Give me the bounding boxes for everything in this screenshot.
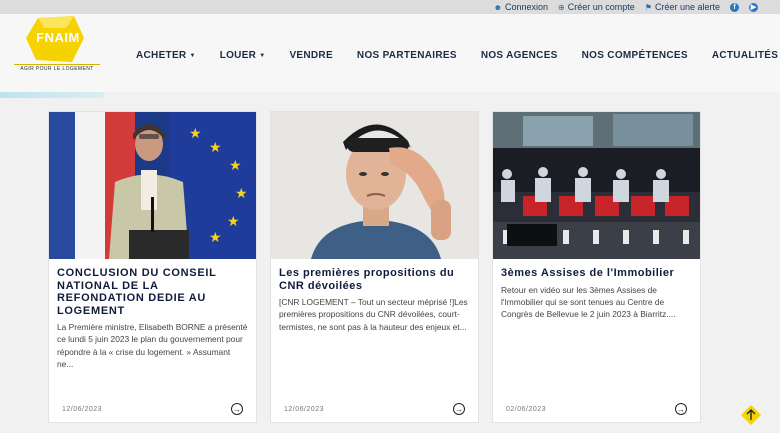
arrow-right-icon[interactable]: → xyxy=(453,403,465,415)
svg-text:★: ★ xyxy=(227,214,240,230)
nav-item-partenaires[interactable]: NOS PARTENAIRES xyxy=(345,50,469,61)
site-header: FNAIM AGIR POUR LE LOGEMENT ACHETER ▼ LO… xyxy=(0,14,780,92)
create-alert-label: Créer une alerte xyxy=(654,2,720,12)
login-link[interactable]: ☻ Connexion xyxy=(494,2,548,12)
panel-discussion-photo xyxy=(493,112,700,259)
card-title[interactable]: Les premières propositions du CNR dévoil… xyxy=(279,267,470,292)
card-image-panel-discussion[interactable] xyxy=(493,112,700,259)
nav-item-competences[interactable]: NOS COMPÉTENCES xyxy=(570,50,700,61)
svg-text:★: ★ xyxy=(209,230,222,246)
card-image-press-conference[interactable]: ★ ★ ★ ★ ★ ★ xyxy=(49,112,256,259)
card-excerpt: [CNR LOGEMENT – Tout un secteur méprisé … xyxy=(279,297,468,332)
news-card[interactable]: 3èmes Assises de l'Immobilier Retour en … xyxy=(492,111,701,423)
create-account-label: Créer un compte xyxy=(567,2,635,12)
caret-down-icon: ▼ xyxy=(189,52,196,59)
svg-text:★: ★ xyxy=(229,158,242,174)
nav-item-label: NOS AGENCES xyxy=(480,50,558,61)
card-date: 12/06/2023 xyxy=(62,406,103,413)
top-utility-bar: ☻ Connexion ⊕ Créer un compte ⚑ Créer un… xyxy=(0,0,780,14)
nav-item-label: ACTUALITÉS xyxy=(711,50,779,61)
arrow-right-icon[interactable]: → xyxy=(231,403,243,415)
card-excerpt: Retour en vidéo sur les 3èmes Assises de… xyxy=(501,284,676,320)
svg-text:★: ★ xyxy=(209,140,222,156)
card-title[interactable]: CONCLUSION DU CONSEIL NATIONAL DE LA REF… xyxy=(57,267,248,317)
main-navigation: ACHETER ▼ LOUER ▼ VENDRE NOS PARTENAIRES… xyxy=(124,50,780,61)
nav-item-label: ACHETER xyxy=(136,50,187,61)
bell-icon: ⚑ xyxy=(644,2,652,12)
logo-tagline: AGIR POUR LE LOGEMENT xyxy=(14,64,100,72)
nav-item-agences[interactable]: NOS AGENCES xyxy=(469,50,570,61)
top-utility-links: ☻ Connexion ⊕ Créer un compte ⚑ Créer un… xyxy=(494,0,758,14)
fnaim-logo[interactable]: FNAIM AGIR POUR LE LOGEMENT xyxy=(14,16,100,72)
svg-text:★: ★ xyxy=(189,126,202,142)
nav-item-actualites[interactable]: ACTUALITÉS xyxy=(700,50,780,61)
nav-item-acheter[interactable]: ACHETER ▼ xyxy=(124,50,208,61)
caret-down-icon: ▼ xyxy=(259,52,266,59)
nav-item-label: NOS COMPÉTENCES xyxy=(581,50,688,61)
accent-stripe xyxy=(0,92,104,98)
nav-item-louer[interactable]: LOUER ▼ xyxy=(208,50,278,61)
stressed-man-photo xyxy=(271,112,478,259)
login-label: Connexion xyxy=(505,2,549,12)
card-date: 02/06/2023 xyxy=(506,406,547,413)
logo-name: FNAIM xyxy=(36,30,80,45)
scroll-to-top-icon[interactable] xyxy=(741,405,761,425)
svg-text:★: ★ xyxy=(235,186,248,202)
create-account-link[interactable]: ⊕ Créer un compte xyxy=(558,2,635,12)
card-title[interactable]: 3èmes Assises de l'Immobilier xyxy=(501,267,692,280)
news-card[interactable]: Les premières propositions du CNR dévoil… xyxy=(270,111,479,423)
nav-item-label: VENDRE xyxy=(289,50,333,61)
nav-item-label: LOUER xyxy=(219,50,257,61)
user-icon: ☻ xyxy=(493,2,503,12)
press-conference-photo: ★ ★ ★ ★ ★ ★ xyxy=(49,112,256,259)
facebook-icon[interactable]: f xyxy=(730,2,739,12)
youtube-icon[interactable]: ▶ xyxy=(749,2,758,12)
card-excerpt: La Première ministre, Elisabeth BORNE a … xyxy=(57,322,248,370)
arrow-right-icon[interactable]: → xyxy=(675,403,687,415)
card-image-stressed-man[interactable] xyxy=(271,112,478,259)
plus-icon: ⊕ xyxy=(558,2,565,12)
nav-item-vendre[interactable]: VENDRE xyxy=(277,50,344,61)
card-date: 12/06/2023 xyxy=(284,406,325,413)
create-alert-link[interactable]: ⚑ Créer une alerte xyxy=(645,2,720,12)
news-card-list: ★ ★ ★ ★ ★ ★ CONCLUSION DU CONSEIL NATION… xyxy=(48,111,701,423)
nav-item-label: NOS PARTENAIRES xyxy=(356,50,457,61)
news-card[interactable]: ★ ★ ★ ★ ★ ★ CONCLUSION DU CONSEIL NATION… xyxy=(48,111,257,423)
